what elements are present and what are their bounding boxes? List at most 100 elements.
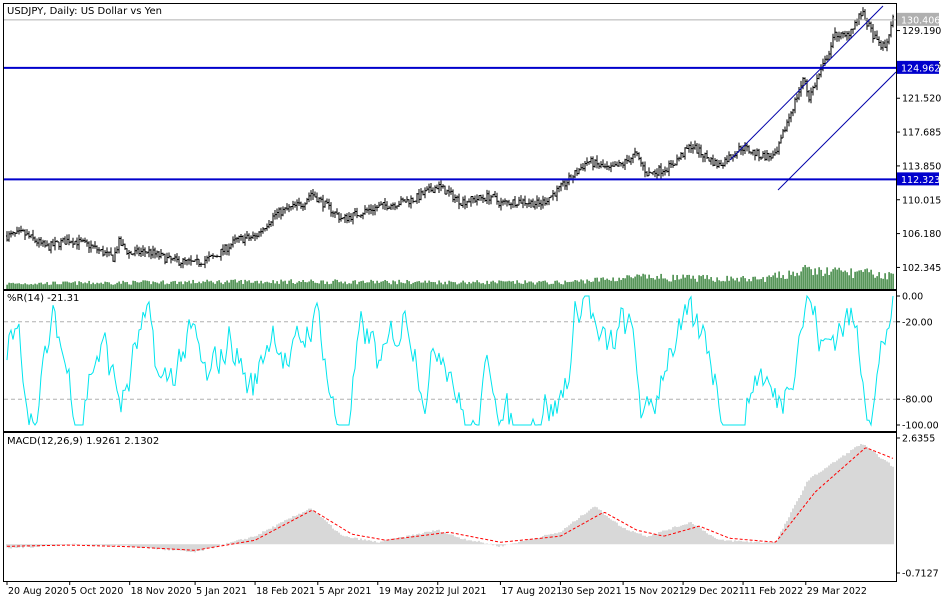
volume-bar — [410, 284, 412, 289]
volume-bar — [42, 284, 44, 289]
price-chart-title: USDJPY, Daily: US Dollar vs Yen — [7, 6, 162, 17]
volume-bar — [136, 282, 138, 289]
price-axis-label: 117.685 — [902, 128, 941, 139]
volume-bar — [38, 282, 40, 289]
volume-bar — [866, 268, 868, 289]
volume-bar — [150, 284, 152, 289]
volume-bar — [544, 280, 546, 289]
volume-bar — [706, 275, 708, 289]
volume-bar — [704, 278, 706, 289]
volume-bar — [744, 278, 746, 289]
volume-bar — [188, 280, 190, 289]
volume-bar — [362, 280, 364, 289]
volume-bar — [426, 282, 428, 289]
volume-bar — [584, 283, 586, 289]
channel-lower-line[interactable] — [777, 71, 897, 191]
williams-r-axis-label: -80.00 — [902, 395, 933, 406]
volume-bar — [12, 282, 14, 289]
volume-bar — [496, 283, 498, 289]
volume-bar — [774, 272, 776, 289]
volume-bar — [682, 274, 684, 289]
volume-bar — [14, 283, 16, 289]
volume-bar — [844, 270, 846, 289]
volume-bar — [286, 283, 288, 289]
volume-bar — [356, 284, 358, 289]
volume-bar — [886, 279, 888, 289]
volume-bar — [70, 282, 72, 289]
volume-bar — [586, 279, 588, 289]
channel-upper-line[interactable] — [729, 5, 884, 161]
volume-bar — [166, 283, 168, 289]
volume-bar — [324, 283, 326, 289]
time-axis-label: 11 Feb 2022 — [744, 586, 803, 597]
volume-bar — [526, 282, 528, 289]
volume-bar — [284, 280, 286, 289]
volume-bar — [524, 280, 526, 289]
volume-bar — [352, 280, 354, 289]
volume-bar — [220, 282, 222, 289]
volume-bar — [398, 279, 400, 289]
trading-chart[interactable]: USDJPY, Daily: US Dollar vs Yen %R(14) -… — [0, 0, 950, 600]
volume-bar — [78, 281, 80, 289]
volume-bar — [254, 281, 256, 289]
last-price-value: 130.406 — [901, 15, 940, 26]
volume-bar — [664, 278, 666, 289]
volume-bar — [412, 282, 414, 289]
volume-bar — [436, 284, 438, 289]
volume-bar — [238, 280, 240, 289]
volume-bar — [278, 283, 280, 289]
volume-bar — [608, 279, 610, 289]
time-axis-label: 2 Jul 2021 — [439, 586, 487, 597]
volume-bar — [620, 279, 622, 289]
time-axis-label: 5 Apr 2021 — [319, 586, 372, 597]
volume-bar — [594, 277, 596, 289]
volume-bar — [710, 277, 712, 289]
volume-bar — [652, 278, 654, 289]
volume-bar — [644, 274, 646, 289]
volume-bar — [622, 278, 624, 289]
volume-bar — [490, 281, 492, 289]
volume-bar — [768, 275, 770, 289]
volume-bar — [408, 281, 410, 289]
volume-bar — [552, 283, 554, 289]
volume-bar — [646, 278, 648, 289]
volume-bar — [448, 280, 450, 289]
volume-bar — [444, 281, 446, 289]
volume-bar — [32, 284, 34, 289]
volume-bar — [612, 277, 614, 289]
volume-bar — [326, 281, 328, 289]
volume-bar — [358, 281, 360, 289]
volume-bar — [206, 279, 208, 289]
volume-bar — [184, 281, 186, 289]
volume-bar — [708, 279, 710, 289]
volume-bar — [366, 282, 368, 289]
volume-bar — [384, 279, 386, 289]
volume-bar — [226, 280, 228, 289]
volume-bar — [778, 271, 780, 289]
volume-bar — [94, 284, 96, 289]
time-axis-label: 17 Aug 2021 — [501, 586, 562, 597]
volume-bar — [372, 280, 374, 289]
volume-bar — [72, 282, 74, 289]
volume-bar — [176, 283, 178, 289]
time-axis: 20 Aug 2020 5 Oct 2020 18 Nov 2020 5 Jan 20… — [6, 581, 867, 597]
volume-bar — [26, 284, 28, 289]
volume-bar — [488, 283, 490, 289]
volume-bar — [872, 274, 874, 289]
volume-bar — [804, 264, 806, 289]
volume-bar — [46, 282, 48, 289]
volume-bar — [334, 279, 336, 289]
volume-bar — [656, 275, 658, 289]
volume-bar — [430, 281, 432, 289]
volume-bar — [48, 284, 50, 289]
volume-bar — [112, 284, 114, 289]
volume-bar — [822, 276, 824, 289]
volume-bar — [234, 279, 236, 289]
volume-bar — [344, 281, 346, 289]
williams-r-line — [6, 294, 894, 427]
volume-bar — [114, 284, 116, 289]
volume-bar — [634, 276, 636, 289]
volume-bar — [610, 280, 612, 289]
volume-bar — [450, 281, 452, 289]
volume-bar — [360, 281, 362, 289]
